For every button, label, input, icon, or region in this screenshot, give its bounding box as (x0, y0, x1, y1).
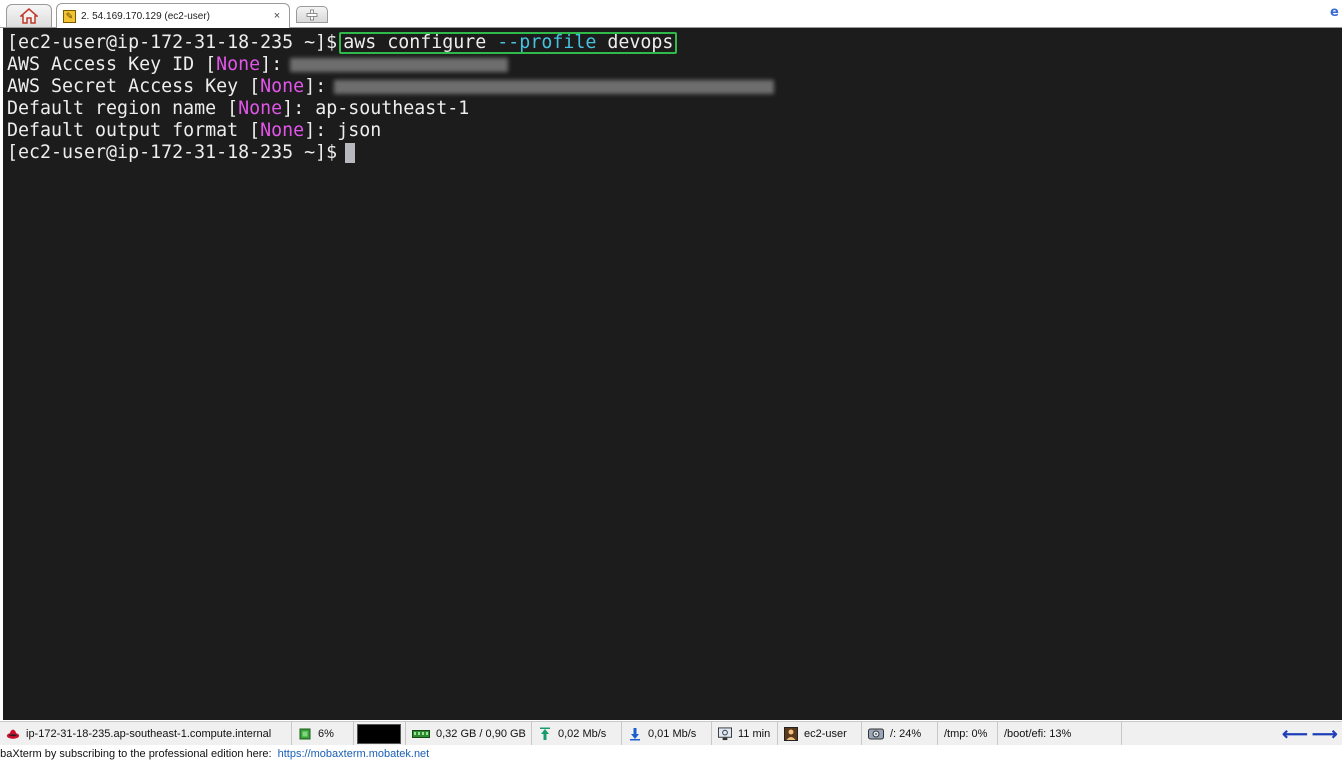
bracket-open: [ (249, 120, 261, 141)
uptime-value: 11 min (738, 728, 771, 740)
terminal-line-secret-key: AWS Secret Access Key [None]: (7, 76, 775, 98)
terminal-line-region: Default region name [None]: ap-southeast… (7, 98, 774, 120)
status-nav: ⟵ ⟶ ✕ (1280, 722, 1342, 746)
session-tab[interactable]: ✎ 2. 54.169.170.129 (ec2-user) × (56, 3, 290, 29)
status-user[interactable]: ec2-user (778, 722, 862, 746)
status-cpu-graph (354, 722, 406, 746)
bracket-open: [ (205, 54, 217, 75)
bracket-close: ] (304, 120, 316, 141)
plus-icon (306, 9, 318, 20)
cpu-graph (357, 724, 401, 744)
upload-value: 0,02 Mb/s (558, 728, 607, 740)
terminal-line-output: Default output format [None]: json (7, 120, 774, 142)
prompt-suffix: : (293, 98, 305, 119)
disk-icon (868, 727, 884, 741)
status-hostname[interactable]: ip-172-31-18-235.ap-southeast-1.compute.… (0, 722, 292, 746)
arrow-right-icon[interactable]: ⟶ (1312, 725, 1338, 743)
status-disk-root[interactable]: /: 24% (862, 722, 938, 746)
arrow-left-icon[interactable]: ⟵ (1282, 725, 1308, 743)
bracket-close: ] (260, 54, 272, 75)
prompt-label: Default output format (7, 120, 250, 141)
upload-icon (538, 727, 552, 741)
cpu-value: 6% (318, 728, 334, 740)
session-tab-title: 2. 54.169.170.129 (ec2-user) (81, 10, 210, 22)
home-icon (20, 8, 38, 24)
bracket-close: ] (282, 98, 294, 119)
text-cursor (345, 143, 356, 163)
shell-prompt: [ec2-user@ip-172-31-18-235 ~]$ (7, 142, 338, 163)
prompt-label: AWS Access Key ID (7, 54, 206, 75)
memory-icon (412, 727, 430, 741)
cpu-icon (298, 727, 312, 741)
command-flag: --profile (497, 32, 597, 53)
command-text: aws configure (343, 32, 487, 53)
status-bar: ip-172-31-18-235.ap-southeast-1.compute.… (0, 721, 1342, 746)
footer-message: obaXterm by subscribing to the professio… (0, 748, 272, 760)
default-value: None (260, 120, 305, 141)
status-uptime[interactable]: 11 min (712, 722, 778, 746)
hostname-text: ip-172-31-18-235.ap-southeast-1.compute.… (26, 728, 272, 740)
status-disk-boot[interactable]: /boot/efi: 13% (998, 722, 1122, 746)
app-logo-icon: e (1330, 5, 1339, 20)
terminal-command-line: [ec2-user@ip-172-31-18-235 ~]$ aws config… (7, 32, 774, 54)
default-value: None (260, 76, 305, 97)
command-argument: devops (607, 32, 674, 53)
home-tab[interactable] (6, 4, 52, 27)
prompt-suffix: : (315, 76, 327, 97)
status-download[interactable]: 0,01 Mb/s (622, 722, 712, 746)
output-format-value: json (337, 120, 382, 141)
status-upload[interactable]: 0,02 Mb/s (532, 722, 622, 746)
prompt-suffix: : (315, 120, 327, 141)
disk-tmp-value: /tmp: 0% (944, 728, 988, 740)
terminal-current-prompt: [ec2-user@ip-172-31-18-235 ~]$ (7, 142, 774, 164)
bracket-open: [ (227, 98, 239, 119)
status-disk-tmp[interactable]: /tmp: 0% (938, 722, 998, 746)
default-value: None (216, 54, 261, 75)
status-cpu[interactable]: 6% (292, 722, 354, 746)
close-icon[interactable]: × (269, 10, 285, 22)
memory-value: 0,32 GB / 0,90 GB (436, 728, 526, 740)
prompt-label: AWS Secret Access Key (7, 76, 250, 97)
tab-bar: ✎ 2. 54.169.170.129 (ec2-user) × e (0, 0, 1342, 29)
highlighted-command: aws configure --profile devops (339, 32, 678, 54)
app-window: ✎ 2. 54.169.170.129 (ec2-user) × e [ec2-… (0, 0, 1342, 764)
redacted-secret-key (334, 80, 775, 94)
redhat-icon (6, 727, 20, 741)
shell-prompt: [ec2-user@ip-172-31-18-235 ~]$ (7, 32, 338, 53)
terminal-view[interactable]: [ec2-user@ip-172-31-18-235 ~]$ aws config… (3, 28, 1342, 720)
bracket-open: [ (249, 76, 261, 97)
terminal-line-access-key: AWS Access Key ID [None]: (7, 54, 774, 76)
status-memory[interactable]: 0,32 GB / 0,90 GB (406, 722, 532, 746)
disk-boot-value: /boot/efi: 13% (1004, 728, 1072, 740)
redacted-access-key (290, 58, 509, 72)
download-value: 0,01 Mb/s (648, 728, 697, 740)
download-icon (628, 727, 642, 741)
prompt-suffix: : (271, 54, 283, 75)
footer-link[interactable]: https://mobaxterm.mobatek.net (278, 748, 430, 760)
footer-banner: obaXterm by subscribing to the professio… (0, 745, 1342, 764)
user-icon (784, 727, 798, 741)
disk-root-value: /: 24% (890, 728, 922, 740)
monitor-icon (718, 727, 732, 741)
default-value: None (238, 98, 283, 119)
region-value: ap-southeast-1 (315, 98, 470, 119)
prompt-label: Default region name (7, 98, 228, 119)
key-icon: ✎ (63, 9, 76, 23)
user-value: ec2-user (804, 728, 847, 740)
bracket-close: ] (304, 76, 316, 97)
new-tab-button[interactable] (296, 6, 328, 23)
